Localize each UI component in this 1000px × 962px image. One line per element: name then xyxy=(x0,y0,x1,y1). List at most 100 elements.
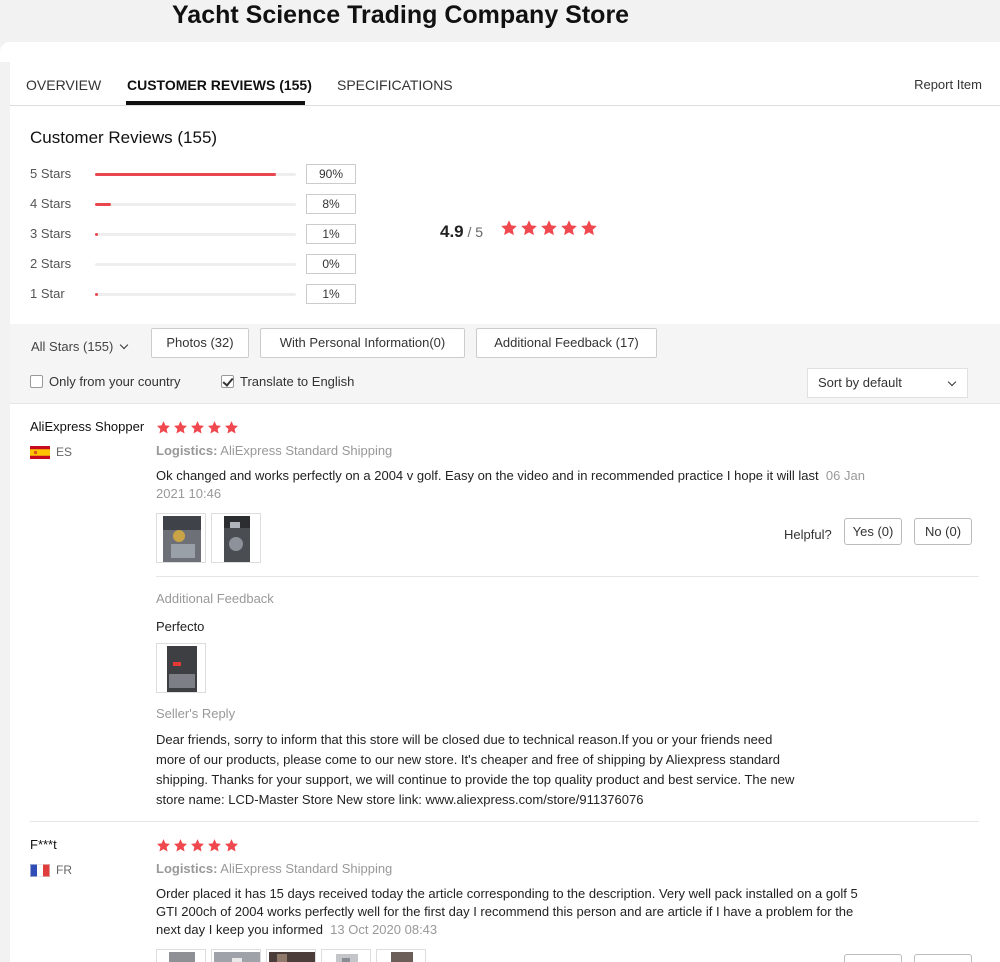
rating-row-3[interactable]: 3 Stars 1% xyxy=(30,224,370,244)
review-date: 13 Oct 2020 08:43 xyxy=(330,922,438,937)
tab-bar: OVERVIEW CUSTOMER REVIEWS (155) SPECIFIC… xyxy=(10,62,1000,106)
all-stars-dropdown[interactable]: All Stars (155) xyxy=(31,339,129,354)
review-country: ES xyxy=(30,445,72,459)
star-icon xyxy=(174,421,187,434)
star-icon xyxy=(581,220,597,236)
rating-bar-track xyxy=(95,203,296,206)
additional-feedback-text: Perfecto xyxy=(156,619,205,634)
review-photo-thumbnail[interactable] xyxy=(266,949,316,962)
only-country-label: Only from your country xyxy=(49,374,181,389)
sort-dropdown[interactable]: Sort by default xyxy=(807,368,968,398)
checkbox-box xyxy=(30,375,43,388)
rating-bar-fill xyxy=(95,233,98,236)
rating-bar-fill xyxy=(95,173,276,176)
review-photo-thumbnail[interactable] xyxy=(376,949,426,962)
seller-reply-line: store name: LCD-Master Store New store l… xyxy=(156,792,644,807)
review-photo-thumbnail[interactable] xyxy=(211,513,261,563)
additional-feedback-heading: Additional Feedback xyxy=(156,591,274,606)
rating-percent: 1% xyxy=(306,284,356,304)
average-stars xyxy=(500,219,600,237)
review-item: F***t FR Logistics: AliExpress Standard … xyxy=(10,822,1000,962)
star-icon xyxy=(561,220,577,236)
tab-specifications[interactable]: SPECIFICATIONS xyxy=(337,77,453,93)
star-icon xyxy=(541,220,557,236)
rating-bar-track xyxy=(95,173,296,176)
summary-title: Customer Reviews (155) xyxy=(30,128,218,147)
star-icon xyxy=(191,421,204,434)
spain-flag-icon xyxy=(30,445,50,459)
store-title: Yacht Science Trading Company Store xyxy=(172,1,630,29)
average-rating-max: / 5 xyxy=(463,224,484,240)
rating-row-2[interactable]: 2 Stars 0% xyxy=(30,254,370,274)
translate-label: Translate to English xyxy=(240,374,355,389)
rating-row-5[interactable]: 5 Stars 90% xyxy=(30,164,370,184)
rating-percent: 0% xyxy=(306,254,356,274)
top-band xyxy=(0,42,1000,62)
filter-bar: All Stars (155) Photos (32) With Persona… xyxy=(10,324,1000,404)
review-author: AliExpress Shopper xyxy=(30,419,145,434)
review-photo-image xyxy=(212,950,260,962)
rating-percent: 1% xyxy=(306,224,356,244)
review-photo-image xyxy=(157,950,205,962)
helpful-no-button[interactable]: No (0) xyxy=(914,518,972,545)
review-photo-image xyxy=(267,950,315,962)
logistics-value: AliExpress Standard Shipping xyxy=(217,861,393,876)
rating-row-label: 4 Stars xyxy=(30,196,72,211)
average-rating-value: 4.9 xyxy=(440,222,464,241)
store-header: Yacht Science Trading Company Store xyxy=(0,0,1000,42)
reviews-card: OVERVIEW CUSTOMER REVIEWS (155) SPECIFIC… xyxy=(10,62,1000,962)
rating-bar-track xyxy=(95,293,296,296)
review-country-code: FR xyxy=(56,863,72,877)
rating-percent: 8% xyxy=(306,194,356,214)
rating-row-4[interactable]: 4 Stars 8% xyxy=(30,194,370,214)
average-rating: 4.9 / 5 xyxy=(440,222,483,242)
feedback-photo-thumbnail[interactable] xyxy=(156,643,206,693)
review-country: FR xyxy=(30,863,72,877)
review-photo-thumbnail[interactable] xyxy=(321,949,371,962)
rating-row-label: 2 Stars xyxy=(30,256,72,271)
personal-info-filter-button[interactable]: With Personal Information(0) xyxy=(260,328,465,358)
rating-percent: 90% xyxy=(306,164,356,184)
checkbox-box xyxy=(221,375,234,388)
star-icon xyxy=(208,421,221,434)
review-item: AliExpress Shopper ES Logistics: AliExpr… xyxy=(10,404,1000,822)
additional-feedback-filter-button[interactable]: Additional Feedback (17) xyxy=(476,328,657,358)
review-photo-thumbnail[interactable] xyxy=(156,949,206,962)
seller-reply-heading: Seller's Reply xyxy=(156,706,236,721)
helpful-no-button[interactable] xyxy=(914,954,972,962)
logistics-label: Logistics: xyxy=(156,443,218,458)
rating-bar-fill xyxy=(95,203,112,206)
helpful-yes-button[interactable] xyxy=(844,954,902,962)
seller-reply-line: Dear friends, sorry to inform that this … xyxy=(156,732,773,747)
review-photo-image xyxy=(212,514,260,562)
review-author: F***t xyxy=(30,837,57,852)
star-icon xyxy=(501,220,517,236)
active-tab-indicator xyxy=(126,101,305,105)
review-body: Ok changed and works perfectly on a 2004… xyxy=(156,468,819,483)
rating-row-1[interactable]: 1 Star 1% xyxy=(30,284,370,304)
review-photo-image xyxy=(157,514,205,562)
translate-checkbox[interactable]: Translate to English xyxy=(221,374,354,389)
star-icon xyxy=(157,839,170,852)
review-text: Order placed it has 15 days received tod… xyxy=(156,885,871,939)
rating-bar-track xyxy=(95,233,296,236)
helpful-yes-button[interactable]: Yes (0) xyxy=(844,518,902,545)
review-photo-thumbnail[interactable] xyxy=(211,949,261,962)
review-logistics: Logistics: AliExpress Standard Shipping xyxy=(156,861,392,876)
only-country-checkbox[interactable]: Only from your country xyxy=(30,374,181,389)
tab-overview[interactable]: OVERVIEW xyxy=(26,77,101,93)
review-stars xyxy=(156,420,241,435)
rating-bar-fill xyxy=(95,293,98,296)
report-item-link[interactable]: Report Item xyxy=(914,77,982,92)
review-photo-image xyxy=(322,950,370,962)
review-text: Ok changed and works perfectly on a 2004… xyxy=(156,467,871,503)
photos-filter-button[interactable]: Photos (32) xyxy=(151,328,249,358)
seller-reply-text: Dear friends, sorry to inform that this … xyxy=(156,730,794,810)
star-icon xyxy=(225,421,238,434)
rating-row-label: 3 Stars xyxy=(30,226,72,241)
tab-customer-reviews[interactable]: CUSTOMER REVIEWS (155) xyxy=(127,77,312,93)
chevron-down-icon xyxy=(120,340,129,350)
review-photo-thumbnail[interactable] xyxy=(156,513,206,563)
sort-label: Sort by default xyxy=(818,375,902,390)
seller-reply-line: shipping. Thanks for your support, we wi… xyxy=(156,772,795,787)
